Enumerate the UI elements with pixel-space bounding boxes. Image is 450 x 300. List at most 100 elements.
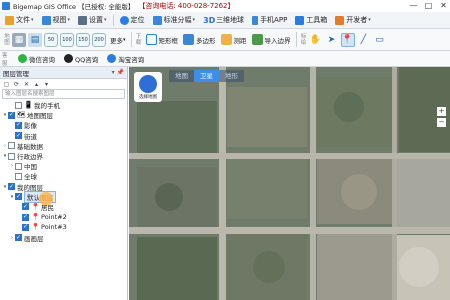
- new-layer-icon[interactable]: ▢: [3, 81, 10, 88]
- road-map-icon[interactable]: ▤: [28, 32, 42, 47]
- polygon-button[interactable]: 多边形: [181, 32, 218, 48]
- file-icon: [5, 15, 14, 25]
- layer-checkbox[interactable]: [8, 152, 15, 160]
- refresh-icon[interactable]: ⟳: [13, 81, 20, 88]
- wechat-icon: [18, 54, 27, 63]
- polygon-icon: [183, 34, 195, 45]
- layer-tree-item[interactable]: 全球: [0, 171, 127, 181]
- zoom-in-icon[interactable]: +: [437, 107, 446, 116]
- layer-label: 地图图层: [27, 112, 53, 121]
- layer-tree-item[interactable]: ✓ 街道: [0, 131, 127, 141]
- line-icon[interactable]: ╱: [357, 33, 371, 47]
- satellite-imagery: [129, 67, 450, 300]
- marker-icon: 📍: [31, 202, 40, 211]
- toolbar-section-service: 客服: [2, 52, 8, 67]
- layer-label: 基础数据: [17, 142, 43, 151]
- menu-standard-grid[interactable]: 标准分幅 ▾: [150, 14, 199, 27]
- layer-tree-item[interactable]: ▾✓默认图层: [0, 190, 127, 206]
- satellite-map-icon[interactable]: ▦: [12, 32, 26, 47]
- minimize-button[interactable]: —: [409, 1, 418, 10]
- tab-satellite[interactable]: 卫星: [194, 70, 219, 82]
- layer-checkbox[interactable]: [8, 142, 15, 150]
- menu-settings[interactable]: 设置 ▾: [75, 14, 110, 27]
- more-button[interactable]: 更多 ▾: [108, 32, 128, 48]
- layer-tree-item[interactable]: ▾ ✓ 我的图层: [0, 182, 127, 192]
- zoom-level-200[interactable]: 200: [92, 32, 106, 47]
- toolbar-section-download: 下载: [135, 33, 142, 46]
- phone-icon: 📱: [24, 101, 33, 110]
- rectangle-icon: [145, 34, 157, 45]
- pin-icon[interactable]: ▾ 📌: [112, 69, 124, 76]
- hotline-text: 【咨询电话: 400-028-7262】: [138, 2, 235, 10]
- layer-tree-item[interactable]: ✓ 📍 Point#3: [0, 222, 127, 232]
- layer-tree-item[interactable]: ✓ 影像: [0, 120, 127, 130]
- taobao-consult-button[interactable]: 淘宝咨询: [104, 53, 147, 65]
- layer-label: 画画层: [24, 234, 44, 243]
- tab-map[interactable]: 地图: [169, 70, 194, 82]
- import-boundary-button[interactable]: 导入边界: [250, 32, 293, 48]
- zoom-level-150[interactable]: 150: [76, 32, 90, 47]
- toolbar-section-plot: 标绘: [300, 33, 307, 46]
- menu-toolbox[interactable]: 工具箱: [292, 14, 330, 27]
- layer-panel-header: 图层管理 ▾ 📌: [0, 67, 127, 79]
- layer-tree-item[interactable]: 📱 我的手机: [0, 100, 127, 110]
- menu-view[interactable]: 视图 ▾: [39, 14, 74, 27]
- marker-icon[interactable]: 📍: [340, 32, 355, 47]
- close-button[interactable]: ✕: [439, 1, 448, 10]
- pointer-icon[interactable]: ➤: [325, 33, 339, 47]
- layer-tree-item[interactable]: ✓ 📍 居民: [0, 202, 127, 212]
- measure-button[interactable]: 测距: [219, 32, 249, 48]
- layer-checkbox[interactable]: ✓: [22, 203, 29, 211]
- layer-tree-item[interactable]: ▾ 行政边界: [0, 151, 127, 161]
- menu-file[interactable]: 文件 ▾: [2, 14, 37, 27]
- menu-mobile-app[interactable]: 手机APP: [249, 14, 290, 27]
- zoom-out-icon[interactable]: −: [437, 118, 446, 127]
- layer-checkbox[interactable]: ✓: [8, 111, 15, 119]
- hand-icon[interactable]: ✋: [309, 33, 323, 47]
- menu-developer[interactable]: 开发者 ▾: [332, 14, 374, 27]
- layer-checkbox[interactable]: ✓: [15, 234, 22, 242]
- layer-checkbox[interactable]: ✓: [22, 213, 29, 221]
- layer-checkbox[interactable]: [15, 101, 22, 109]
- layer-tree-item[interactable]: ✓ 📍 Point#2: [0, 212, 127, 222]
- delete-icon[interactable]: ✕: [23, 81, 30, 88]
- layer-checkbox[interactable]: ✓: [15, 132, 22, 140]
- menu-3d-earth[interactable]: 3D 三维地球: [200, 14, 247, 27]
- title-bar: Bigemap GIS Office 【已授权: 全能版】 【咨询电话: 400…: [0, 0, 450, 12]
- maximize-button[interactable]: □: [424, 1, 433, 10]
- menu-bar: 文件 ▾ 视图 ▾ 设置 ▾ 定位 标准分幅 ▾ 3D 三维地球 手机APP 工具箱 开…: [0, 12, 450, 29]
- layer-checkbox[interactable]: ✓: [15, 193, 22, 201]
- layer-label: 街道: [24, 132, 37, 141]
- layer-tree-item[interactable]: ▾ ✓ 🗺 地图图层: [0, 110, 127, 120]
- down-icon[interactable]: ▾: [43, 81, 50, 88]
- layer-tree-item[interactable]: › 中国: [0, 161, 127, 171]
- layer-checkbox[interactable]: ✓: [8, 183, 15, 191]
- layer-checkbox[interactable]: [15, 172, 22, 180]
- settings-icon: [78, 15, 88, 25]
- layer-checkbox[interactable]: ✓: [15, 121, 22, 129]
- map-selector-logo[interactable]: 选择地图: [134, 72, 162, 102]
- wechat-consult-button[interactable]: 微信咨询: [15, 53, 58, 65]
- zoom-level-50[interactable]: 50: [44, 32, 58, 47]
- menu-locate[interactable]: 定位: [117, 14, 148, 27]
- layer-panel: 图层管理 ▾ 📌 ▢ ⟳ ✕ ▴ ▾ 输入图层名搜索图层 📱 我的手机 ▾ ✓ 🗺 地图图…: [0, 67, 128, 300]
- map-view[interactable]: 选择地图 地图 卫星 地形 + −: [129, 67, 450, 300]
- layer-label: 全球: [24, 173, 37, 182]
- taobao-icon: [107, 54, 117, 63]
- layer-checkbox[interactable]: ✓: [22, 223, 29, 231]
- zoom-level-100[interactable]: 100: [60, 32, 74, 47]
- area-icon[interactable]: ▭: [373, 33, 387, 47]
- layer-tree-item[interactable]: › ✓ 画画层: [0, 232, 127, 243]
- rect-select-button[interactable]: 矩形框: [144, 32, 181, 48]
- qq-consult-button[interactable]: QQ咨询: [61, 53, 101, 65]
- panel-tools: ▢ ⟳ ✕ ▴ ▾: [0, 79, 127, 89]
- panel-title: 图层管理: [3, 69, 29, 78]
- tab-terrain[interactable]: 地形: [219, 70, 244, 82]
- import-icon: [251, 34, 263, 45]
- layer-search-input[interactable]: 输入图层名搜索图层: [2, 89, 125, 99]
- layer-tree-item[interactable]: › 基础数据: [0, 141, 127, 151]
- layer-checkbox[interactable]: [15, 162, 22, 170]
- up-icon[interactable]: ▴: [33, 81, 40, 88]
- layer-label: 居民: [41, 203, 54, 212]
- layer-label: 中国: [24, 163, 37, 172]
